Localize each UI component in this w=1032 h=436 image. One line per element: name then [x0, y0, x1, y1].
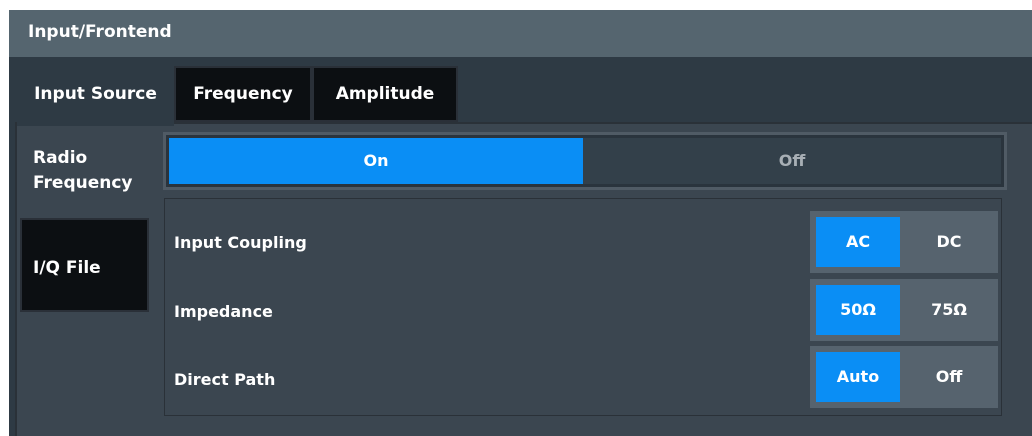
direct-path-auto-label: Auto — [836, 367, 880, 386]
input-coupling-dc-button[interactable]: DC — [907, 217, 991, 267]
direct-path-auto-button[interactable]: Auto — [816, 352, 900, 402]
tab-amplitude[interactable]: Amplitude — [312, 66, 458, 122]
impedance-50-label: 50Ω — [840, 300, 876, 319]
rf-off-button[interactable]: Off — [583, 138, 1001, 184]
source-tab-rf-label-line2: Frequency — [33, 173, 133, 193]
impedance-label: Impedance — [174, 302, 273, 321]
source-tab-iq-file[interactable]: I/Q File — [20, 218, 149, 312]
rf-on-button[interactable]: On — [169, 138, 583, 184]
source-tab-radio-frequency[interactable]: Radio Frequency — [20, 128, 149, 218]
input-coupling-selector: AC DC — [810, 211, 998, 273]
tab-input-source[interactable]: Input Source — [17, 66, 174, 126]
tab-input-source-label: Input Source — [34, 84, 157, 104]
dialog-title: Input/Frontend — [28, 22, 172, 42]
impedance-75-button[interactable]: 75Ω — [907, 285, 991, 335]
tab-frequency-label: Frequency — [193, 84, 293, 104]
impedance-50-button[interactable]: 50Ω — [816, 285, 900, 335]
rf-on-label: On — [363, 151, 389, 170]
source-tab-iq-label: I/Q File — [33, 258, 101, 278]
input-coupling-dc-label: DC — [936, 232, 962, 251]
rf-on-off-toggle: On Off — [163, 132, 1007, 190]
impedance-75-label: 75Ω — [931, 300, 967, 319]
direct-path-off-label: Off — [935, 367, 963, 386]
title-bar: Input/Frontend — [9, 10, 1032, 57]
direct-path-selector: Auto Off — [810, 346, 998, 408]
direct-path-off-button[interactable]: Off — [907, 352, 991, 402]
impedance-selector: 50Ω 75Ω — [810, 279, 998, 341]
source-tab-rf-label-line1: Radio — [33, 148, 88, 168]
input-coupling-ac-button[interactable]: AC — [816, 217, 900, 267]
tab-amplitude-label: Amplitude — [335, 84, 435, 104]
input-coupling-ac-label: AC — [845, 232, 871, 251]
direct-path-label: Direct Path — [174, 370, 276, 389]
input-coupling-label: Input Coupling — [174, 233, 307, 252]
rf-off-label: Off — [778, 151, 806, 170]
tab-frequency[interactable]: Frequency — [174, 66, 312, 122]
rf-settings-panel: Input Coupling AC DC Impedance 50Ω 75Ω D… — [164, 198, 1002, 416]
